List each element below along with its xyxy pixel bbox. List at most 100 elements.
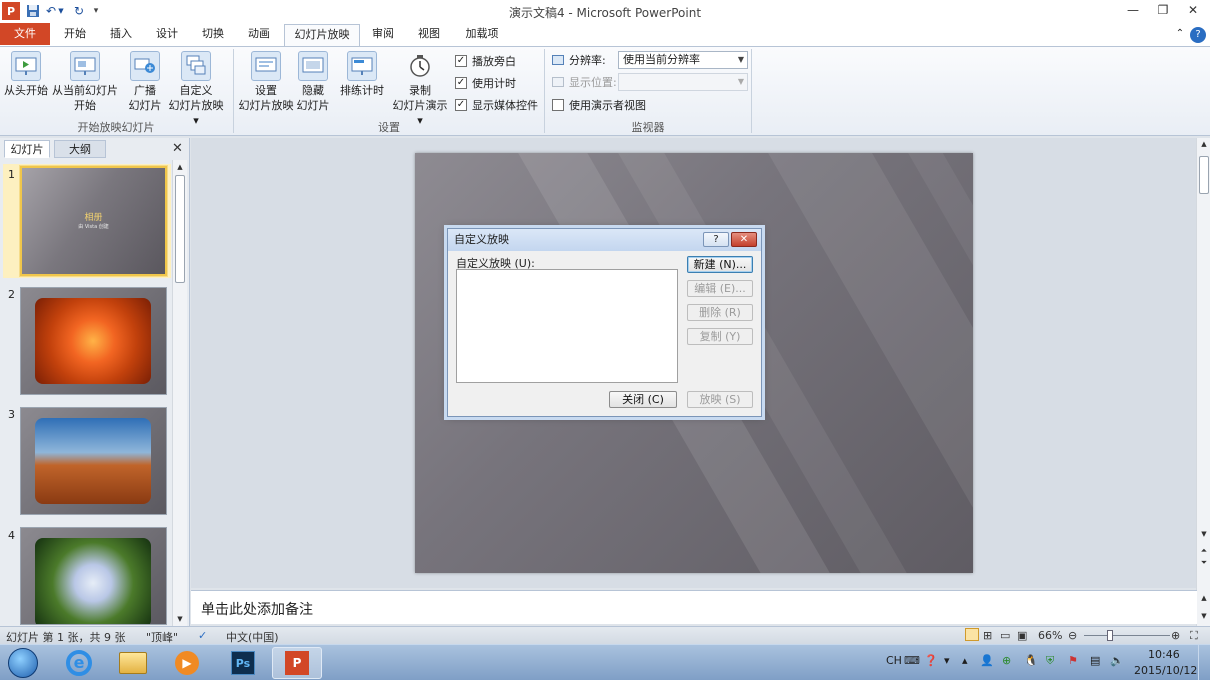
slideshow-view-icon[interactable]: ▣	[1017, 629, 1027, 642]
slide-sorter-view-icon[interactable]: ⊞	[983, 629, 992, 642]
dialog-help-button[interactable]: ?	[703, 232, 729, 247]
flag-icon[interactable]: ⚑	[1068, 654, 1078, 667]
custom-show-label: 自定义	[179, 84, 213, 97]
zoom-level[interactable]: 66%	[1038, 629, 1062, 642]
restore-icon[interactable]: ❐	[1148, 0, 1178, 20]
from-beginning-label: 从头开始	[4, 84, 48, 97]
tab-design[interactable]: 设计	[146, 24, 188, 46]
notes-scroll-up-icon[interactable]: ▲	[1197, 594, 1210, 602]
from-beginning-button[interactable]: 从头开始	[3, 51, 49, 98]
scroll-thumb[interactable]	[1199, 156, 1209, 194]
zoom-slider-thumb[interactable]	[1107, 630, 1113, 641]
show-media-controls-checkbox[interactable]: ✓ 显示媒体控件	[455, 97, 538, 113]
custom-show-icon	[181, 51, 211, 81]
normal-view-icon[interactable]	[965, 628, 979, 641]
scroll-down-icon[interactable]: ▼	[173, 612, 187, 626]
tab-home[interactable]: 开始	[54, 24, 96, 46]
slideshow-start-icon	[11, 51, 41, 81]
start-button[interactable]	[0, 647, 46, 679]
previous-slide-icon[interactable]: ⏶	[1197, 546, 1210, 556]
volume-icon[interactable]: 🔈	[1110, 654, 1124, 667]
language-status[interactable]: 中文(中国)	[226, 629, 279, 645]
add-circle-icon[interactable]: ⊕	[1002, 654, 1011, 667]
dialog-close-button[interactable]: ✕	[731, 232, 757, 247]
tab-view[interactable]: 视图	[408, 24, 450, 46]
show-hidden-icons[interactable]: ▴	[962, 654, 968, 667]
notes-scroll-down-icon[interactable]: ▼	[1197, 612, 1210, 620]
slide-thumbnail[interactable]	[20, 407, 167, 515]
zoom-out-icon[interactable]: ⊖	[1068, 629, 1077, 642]
show-on-dropdown[interactable]: ▼	[618, 73, 748, 91]
contacts-icon[interactable]: 👤	[980, 654, 994, 667]
next-slide-icon[interactable]: ⏷	[1197, 558, 1210, 568]
slide-thumbnail[interactable]	[20, 287, 167, 395]
spellcheck-icon[interactable]: ✓	[198, 629, 207, 642]
custom-slideshow-button[interactable]: 自定义 幻灯片放映 ▾	[166, 51, 226, 128]
zoom-slider[interactable]	[1084, 635, 1170, 636]
scroll-up-icon[interactable]: ▲	[173, 160, 187, 174]
setup-slideshow-button[interactable]: 设置 幻灯片放映	[238, 51, 294, 113]
tab-transitions[interactable]: 切换	[192, 24, 234, 46]
reading-view-icon[interactable]: ▭	[1000, 629, 1010, 642]
custom-shows-listbox[interactable]	[456, 269, 678, 383]
close-dialog-button[interactable]: 关闭 (C)	[609, 391, 677, 408]
network-icon[interactable]: ▤	[1090, 654, 1100, 667]
tab-slide-show[interactable]: 幻灯片放映	[284, 24, 360, 47]
slide-thumbnail[interactable]: 相册 由 Vista 创建	[20, 166, 167, 276]
taskbar-media-player[interactable]: ▶	[162, 647, 212, 679]
hide-slide-button[interactable]: 隐藏 幻灯片	[294, 51, 332, 113]
record-slideshow-button[interactable]: 录制 幻灯片演示 ▾	[388, 51, 452, 128]
clock-date[interactable]: 2015/10/12	[1134, 664, 1197, 677]
scroll-up-icon[interactable]: ▲	[1197, 140, 1210, 148]
tab-file[interactable]: 文件	[0, 23, 50, 45]
scroll-down-icon[interactable]: ▼	[1197, 530, 1210, 538]
resolution-label: 分辨率:	[552, 52, 606, 68]
qq-icon[interactable]: 🐧	[1024, 654, 1038, 667]
minimize-icon[interactable]: —	[1118, 0, 1148, 20]
use-timings-checkbox[interactable]: ✓ 使用计时	[455, 75, 516, 91]
edit-custom-show-button[interactable]: 编辑 (E)...	[687, 280, 753, 297]
copy-custom-show-button[interactable]: 复制 (Y)	[687, 328, 753, 345]
slides-pane: 幻灯片 大纲 ✕ 1 相册 由 Vista 创建 2 3 4 ▲ ▼	[0, 138, 190, 626]
keyboard-icon[interactable]: ⌨	[904, 654, 920, 667]
tray-help-icon[interactable]: ❓	[924, 654, 938, 667]
taskbar-explorer[interactable]	[108, 647, 158, 679]
broadcast-slideshow-button[interactable]: 广播 幻灯片	[122, 51, 168, 113]
fit-to-window-icon[interactable]: ⛶	[1190, 629, 1198, 643]
clock-time[interactable]: 10:46	[1148, 648, 1180, 661]
window-title: 演示文稿4 - Microsoft PowerPoint	[508, 6, 702, 20]
tab-addins[interactable]: 加载项	[456, 24, 508, 46]
tab-animations[interactable]: 动画	[238, 24, 280, 46]
rehearse-timings-button[interactable]: 排练计时	[338, 51, 386, 98]
tab-slides-pane[interactable]: 幻灯片	[4, 140, 50, 158]
play-narrations-checkbox[interactable]: ✓ 播放旁白	[455, 53, 516, 69]
scroll-thumb[interactable]	[175, 175, 185, 283]
zoom-in-icon[interactable]: ⊕	[1171, 629, 1180, 642]
show-custom-show-button[interactable]: 放映 (S)	[687, 391, 753, 408]
close-pane-icon[interactable]: ✕	[172, 141, 183, 156]
resolution-dropdown[interactable]: 使用当前分辨率 ▼	[618, 51, 748, 69]
help-icon[interactable]: ?	[1190, 27, 1206, 43]
slide-area-scrollbar[interactable]: ▲ ▼ ⏶ ⏷ ▲ ▼	[1196, 138, 1210, 626]
security-shield-icon[interactable]: ⛨	[1046, 654, 1054, 668]
collapse-ribbon-icon[interactable]: ⌃	[1172, 24, 1188, 46]
presenter-view-checkbox[interactable]: 使用演示者视图	[552, 97, 646, 113]
from-current-slide-button[interactable]: 从当前幻灯片 开始	[51, 51, 119, 113]
tab-review[interactable]: 审阅	[362, 24, 404, 46]
new-custom-show-button[interactable]: 新建 (N)...	[687, 256, 753, 273]
hide-slide-icon	[298, 51, 328, 81]
title-bar: P ↶ ▼ ↻ ▾ 演示文稿4 - Microsoft PowerPoint —…	[0, 0, 1210, 22]
taskbar-photoshop[interactable]: Ps	[218, 647, 268, 679]
taskbar-ie[interactable]: e	[54, 647, 104, 679]
delete-custom-show-button[interactable]: 删除 (R)	[687, 304, 753, 321]
tab-insert[interactable]: 插入	[100, 24, 142, 46]
tray-options-icon[interactable]: ▾	[944, 654, 950, 667]
taskbar-powerpoint[interactable]: P	[272, 647, 322, 679]
slide-thumbnail[interactable]	[20, 527, 167, 625]
show-desktop-button[interactable]	[1198, 645, 1210, 680]
tab-outline-pane[interactable]: 大纲	[54, 140, 106, 158]
close-window-icon[interactable]: ✕	[1178, 0, 1208, 20]
input-language-indicator[interactable]: CH	[886, 654, 902, 667]
slides-pane-scrollbar[interactable]: ▲ ▼	[172, 160, 187, 626]
notes-pane[interactable]: 单击此处添加备注	[191, 590, 1197, 624]
